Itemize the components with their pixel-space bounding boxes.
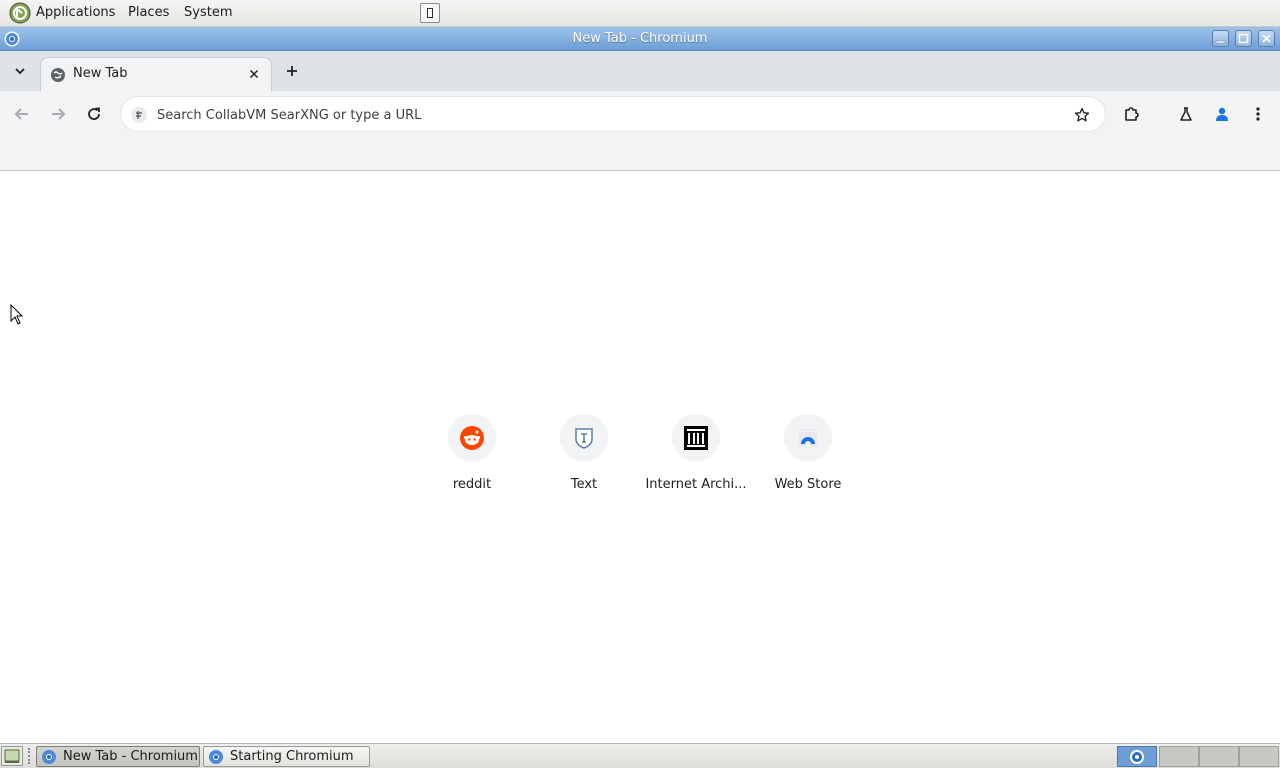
system-menu[interactable]: System xyxy=(184,5,232,20)
close-icon xyxy=(249,69,259,79)
workspace-3[interactable] xyxy=(1199,746,1239,767)
menu-button[interactable] xyxy=(1246,102,1270,126)
labs-button[interactable] xyxy=(1174,102,1198,126)
internet-archive-icon xyxy=(672,414,720,462)
new-tab-button[interactable] xyxy=(280,59,304,83)
bottom-taskbar: New Tab - Chromium Starting Chromium xyxy=(0,743,1280,768)
window-title: New Tab - Chromium xyxy=(572,31,708,46)
profile-button[interactable] xyxy=(1210,102,1234,126)
show-desktop-button[interactable] xyxy=(1,746,23,766)
shortcut-tile-reddit[interactable]: reddit xyxy=(416,412,528,502)
new-tab-page: reddit Text Internet Archi... Web Store xyxy=(0,172,1280,743)
workspace-2[interactable] xyxy=(1159,746,1199,767)
forward-button[interactable] xyxy=(46,102,70,126)
chromium-icon xyxy=(1130,750,1144,764)
shortcut-label: Internet Archi... xyxy=(645,477,747,492)
maximize-icon xyxy=(1238,33,1249,44)
puzzle-icon xyxy=(1125,107,1139,121)
chromium-icon xyxy=(42,750,56,764)
arrow-right-icon xyxy=(52,108,66,120)
task-starting-chromium[interactable]: Starting Chromium xyxy=(203,746,370,767)
mate-logo-icon[interactable] xyxy=(9,2,31,24)
workspace-4[interactable] xyxy=(1239,746,1279,767)
shortcut-tile-internet-archive[interactable]: Internet Archi... xyxy=(640,412,752,502)
places-menu[interactable]: Places xyxy=(128,5,169,20)
window-titlebar[interactable]: New Tab - Chromium xyxy=(0,27,1280,51)
star-icon xyxy=(1074,107,1090,122)
close-window-button[interactable] xyxy=(1258,30,1275,47)
kebab-menu-icon xyxy=(1256,107,1260,121)
minimize-icon xyxy=(1215,40,1226,44)
globe-icon xyxy=(51,68,65,82)
shortcut-label: Web Store xyxy=(774,477,842,492)
reload-icon xyxy=(88,107,100,120)
task-label: Starting Chromium xyxy=(230,749,354,764)
chromium-icon xyxy=(209,750,223,764)
search-engine-icon xyxy=(131,107,147,123)
bookmark-button[interactable] xyxy=(1072,105,1092,125)
tab-title: New Tab xyxy=(73,66,128,81)
tab-strip: New Tab xyxy=(0,51,1280,91)
chevron-down-icon xyxy=(15,68,25,75)
shortcut-tile-text[interactable]: Text xyxy=(528,412,640,502)
shortcut-label: Text xyxy=(570,477,598,492)
tab-new-tab[interactable]: New Tab xyxy=(40,57,272,91)
reload-button[interactable] xyxy=(82,102,106,126)
task-new-tab-chromium[interactable]: New Tab - Chromium xyxy=(36,746,200,767)
address-input[interactable] xyxy=(157,105,1057,125)
plus-icon xyxy=(287,66,297,76)
desktop-icon xyxy=(4,749,20,763)
close-icon xyxy=(1262,34,1271,43)
person-icon xyxy=(1216,107,1228,121)
minimize-button[interactable] xyxy=(1212,30,1229,47)
mouse-cursor-icon xyxy=(10,304,24,325)
web-store-icon xyxy=(784,414,832,462)
applications-menu[interactable]: Applications xyxy=(36,5,115,20)
tab-close-button[interactable] xyxy=(246,66,262,82)
omnibox[interactable] xyxy=(120,96,1106,132)
task-label: New Tab - Chromium xyxy=(63,749,198,764)
workspace-1[interactable] xyxy=(1117,746,1157,767)
taskbar-handle[interactable] xyxy=(28,748,32,764)
reddit-icon xyxy=(448,414,496,462)
toolbar-spacer xyxy=(0,137,1280,171)
browser-toolbar xyxy=(0,91,1280,137)
text-shield-icon xyxy=(560,414,608,462)
panel-launcher-icon[interactable] xyxy=(420,3,440,23)
back-button[interactable] xyxy=(10,102,34,126)
maximize-button[interactable] xyxy=(1235,30,1252,47)
tab-search-button[interactable] xyxy=(8,59,32,83)
extensions-button[interactable] xyxy=(1120,102,1144,126)
shortcut-tile-web-store[interactable]: Web Store xyxy=(752,412,864,502)
flask-icon xyxy=(1180,107,1192,121)
arrow-left-icon xyxy=(14,108,28,120)
top-panel: Applications Places System xyxy=(0,0,1280,27)
shortcut-label: reddit xyxy=(452,477,492,492)
